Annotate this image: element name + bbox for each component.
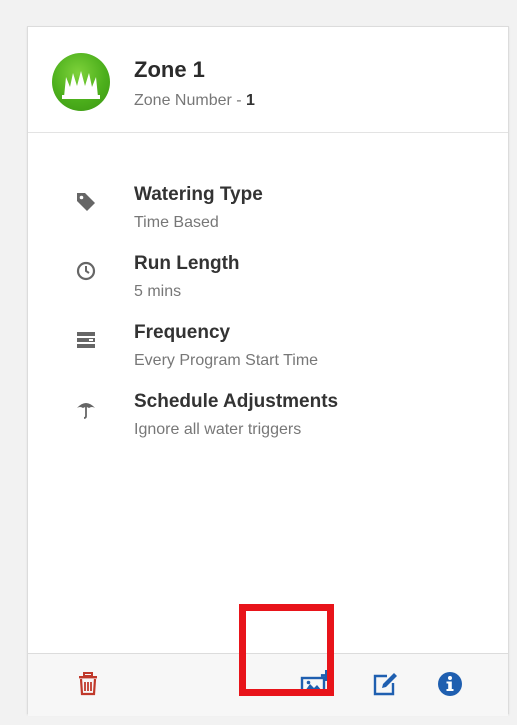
detail-label: Frequency bbox=[134, 322, 231, 343]
zone-number: Zone Number - 1 bbox=[134, 92, 255, 110]
calendar-list-icon bbox=[74, 328, 98, 352]
card-footer-toolbar bbox=[28, 653, 508, 716]
add-image-icon bbox=[300, 670, 332, 696]
zone-number-label: Zone Number - bbox=[134, 92, 247, 109]
info-icon bbox=[438, 672, 462, 696]
zone-header: Zone 1 Zone Number - 1 bbox=[28, 27, 508, 133]
detail-value: Ignore all water triggers bbox=[134, 421, 302, 438]
detail-value: Every Program Start Time bbox=[134, 352, 319, 369]
umbrella-icon bbox=[74, 397, 98, 421]
detail-schedule-adjustments: Schedule Adjustments Ignore all water tr… bbox=[28, 391, 508, 451]
detail-label: Run Length bbox=[134, 253, 240, 274]
detail-label: Watering Type bbox=[134, 184, 263, 205]
edit-zone-button[interactable] bbox=[367, 666, 403, 702]
edit-icon bbox=[373, 673, 397, 696]
clock-icon bbox=[74, 259, 98, 283]
detail-label: Schedule Adjustments bbox=[134, 391, 339, 412]
detail-value: 5 mins bbox=[134, 283, 182, 300]
detail-frequency: Frequency Every Program Start Time bbox=[28, 322, 508, 382]
zone-card: Zone 1 Zone Number - 1 Watering Type Tim… bbox=[27, 26, 509, 716]
zone-title: Zone 1 bbox=[134, 57, 205, 82]
zone-number-value: 1 bbox=[246, 92, 255, 109]
detail-watering-type: Watering Type Time Based bbox=[28, 184, 508, 244]
add-image-button[interactable] bbox=[298, 666, 334, 702]
delete-zone-button[interactable] bbox=[70, 666, 106, 702]
zone-info-button[interactable] bbox=[432, 666, 468, 702]
detail-run-length: Run Length 5 mins bbox=[28, 253, 508, 313]
trash-icon bbox=[79, 672, 97, 696]
tag-icon bbox=[74, 190, 98, 214]
detail-value: Time Based bbox=[134, 214, 219, 231]
zone-avatar-grass-icon bbox=[52, 53, 110, 111]
